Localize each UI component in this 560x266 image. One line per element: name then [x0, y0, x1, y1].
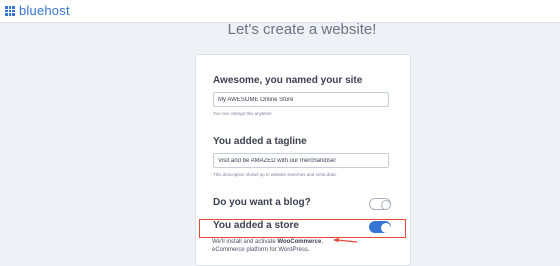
tagline-helper: This description shows up in website sea… — [213, 172, 337, 177]
woocommerce-label: WooCommerce — [277, 239, 322, 245]
site-name-heading: Awesome, you named your site — [213, 75, 363, 86]
bluehost-logo[interactable]: bluehost — [5, 4, 70, 18]
red-arrow-icon — [333, 237, 358, 243]
blog-toggle[interactable] — [369, 198, 391, 210]
site-name-helper: You can change this anytime! — [213, 111, 272, 116]
grid-logo-icon — [5, 6, 15, 16]
toggle-knob — [381, 200, 391, 210]
blog-heading: Do you want a blog? — [213, 197, 311, 208]
tagline-heading: You added a tagline — [213, 136, 307, 147]
tagline-input[interactable] — [213, 153, 389, 168]
page-title: Let's create a website! — [227, 21, 377, 38]
store-highlight-box — [199, 219, 406, 238]
brand-name: bluehost — [19, 3, 70, 18]
store-note-line2: eCommerce platform for WordPress. — [212, 247, 310, 253]
store-note-suffix: , — [321, 239, 323, 245]
store-note-prefix: We'll install and activate — [212, 239, 278, 245]
top-bar: bluehost — [0, 0, 560, 23]
site-name-input[interactable] — [213, 92, 389, 107]
